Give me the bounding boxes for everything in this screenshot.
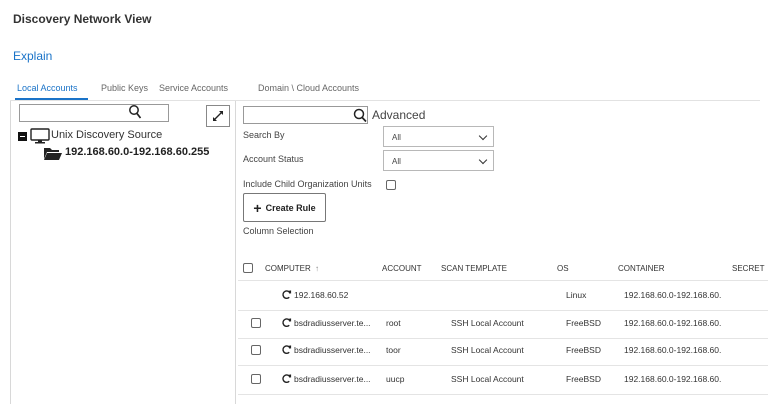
collapse-panel-button[interactable] bbox=[206, 105, 230, 127]
search-by-value: All bbox=[392, 133, 401, 142]
panel-divider[interactable] bbox=[235, 101, 236, 404]
advanced-search-link[interactable]: Advanced bbox=[372, 108, 425, 122]
tree-node-unix-discovery-source[interactable]: Unix Discovery Source bbox=[51, 129, 162, 141]
row-account: root bbox=[386, 318, 401, 328]
plus-icon: + bbox=[253, 199, 262, 216]
row-account: uucp bbox=[386, 374, 405, 384]
folder-open-icon bbox=[44, 148, 62, 160]
chevron-down-icon bbox=[478, 155, 488, 165]
left-panel-border bbox=[10, 101, 11, 404]
explain-link[interactable]: Explain bbox=[13, 49, 52, 63]
row-container: 192.168.60.0-192.168.60. bbox=[624, 345, 722, 355]
account-status-label: Account Status bbox=[243, 154, 304, 164]
include-child-ou-checkbox[interactable] bbox=[386, 180, 396, 190]
row-computer[interactable]: bsdradiusserver.te... bbox=[294, 374, 371, 384]
row-container: 192.168.60.0-192.168.60. bbox=[624, 290, 722, 300]
refresh-icon bbox=[282, 290, 292, 299]
row-divider bbox=[238, 310, 768, 311]
row-divider bbox=[238, 338, 768, 339]
column-selection-link[interactable]: Column Selection bbox=[243, 226, 314, 236]
row-scan-template: SSH Local Account bbox=[451, 318, 524, 328]
column-header-account[interactable]: ACCOUNT bbox=[382, 264, 422, 273]
row-checkbox[interactable] bbox=[251, 345, 261, 355]
column-header-secret[interactable]: SECRET bbox=[732, 264, 764, 273]
row-container: 192.168.60.0-192.168.60. bbox=[624, 318, 722, 328]
refresh-icon bbox=[282, 345, 292, 354]
search-icon[interactable] bbox=[128, 104, 142, 120]
column-header-scan-template[interactable]: SCAN TEMPLATE bbox=[441, 264, 507, 273]
tab-domain-cloud-accounts[interactable]: Domain \ Cloud Accounts bbox=[258, 83, 359, 93]
tab-service-accounts[interactable]: Service Accounts bbox=[159, 83, 228, 93]
search-icon[interactable] bbox=[352, 107, 368, 123]
page-title: Discovery Network View bbox=[13, 12, 152, 26]
row-os: Linux bbox=[566, 290, 587, 300]
tree-collapse-toggle[interactable] bbox=[18, 132, 27, 141]
chevron-down-icon bbox=[478, 131, 488, 141]
tab-local-accounts[interactable]: Local Accounts bbox=[17, 83, 78, 93]
row-divider bbox=[238, 394, 768, 395]
tab-public-keys[interactable]: Public Keys bbox=[101, 83, 148, 93]
row-checkbox[interactable] bbox=[251, 318, 261, 328]
refresh-icon bbox=[282, 374, 292, 383]
row-computer[interactable]: 192.168.60.52 bbox=[294, 290, 348, 300]
row-divider bbox=[238, 365, 768, 366]
search-input[interactable] bbox=[243, 106, 368, 124]
row-scan-template: SSH Local Account bbox=[451, 374, 524, 384]
row-os: FreeBSD bbox=[566, 374, 601, 384]
row-computer[interactable]: bsdradiusserver.te... bbox=[294, 345, 371, 355]
refresh-icon bbox=[282, 318, 292, 327]
row-computer[interactable]: bsdradiusserver.te... bbox=[294, 318, 371, 328]
monitor-icon bbox=[30, 128, 50, 144]
row-checkbox[interactable] bbox=[251, 374, 261, 384]
row-os: FreeBSD bbox=[566, 318, 601, 328]
tabs-divider bbox=[10, 100, 760, 101]
create-rule-button[interactable]: + Create Rule bbox=[243, 193, 326, 222]
row-scan-template: SSH Local Account bbox=[451, 345, 524, 355]
row-container: 192.168.60.0-192.168.60. bbox=[624, 374, 722, 384]
active-tab-indicator bbox=[15, 98, 88, 100]
search-by-select[interactable]: All bbox=[383, 126, 494, 147]
column-header-computer-label: COMPUTER bbox=[265, 264, 311, 273]
sort-ascending-icon: ↑ bbox=[315, 264, 320, 273]
collapse-arrows-icon bbox=[213, 111, 223, 121]
row-account: toor bbox=[386, 345, 401, 355]
include-child-ou-label: Include Child Organization Units bbox=[243, 179, 372, 189]
column-header-container[interactable]: CONTAINER bbox=[618, 264, 665, 273]
account-status-value: All bbox=[392, 157, 401, 166]
row-os: FreeBSD bbox=[566, 345, 601, 355]
create-rule-label: Create Rule bbox=[265, 202, 316, 213]
column-header-computer[interactable]: COMPUTER ↑ bbox=[265, 264, 319, 273]
tree-node-ip-range[interactable]: 192.168.60.0-192.168.60.255 bbox=[65, 146, 209, 158]
search-by-label: Search By bbox=[243, 130, 285, 140]
column-header-os[interactable]: OS bbox=[557, 264, 569, 273]
tree-search-input[interactable] bbox=[19, 104, 169, 122]
grid-header-divider bbox=[238, 280, 768, 281]
select-all-checkbox[interactable] bbox=[243, 263, 253, 273]
account-status-select[interactable]: All bbox=[383, 150, 494, 171]
